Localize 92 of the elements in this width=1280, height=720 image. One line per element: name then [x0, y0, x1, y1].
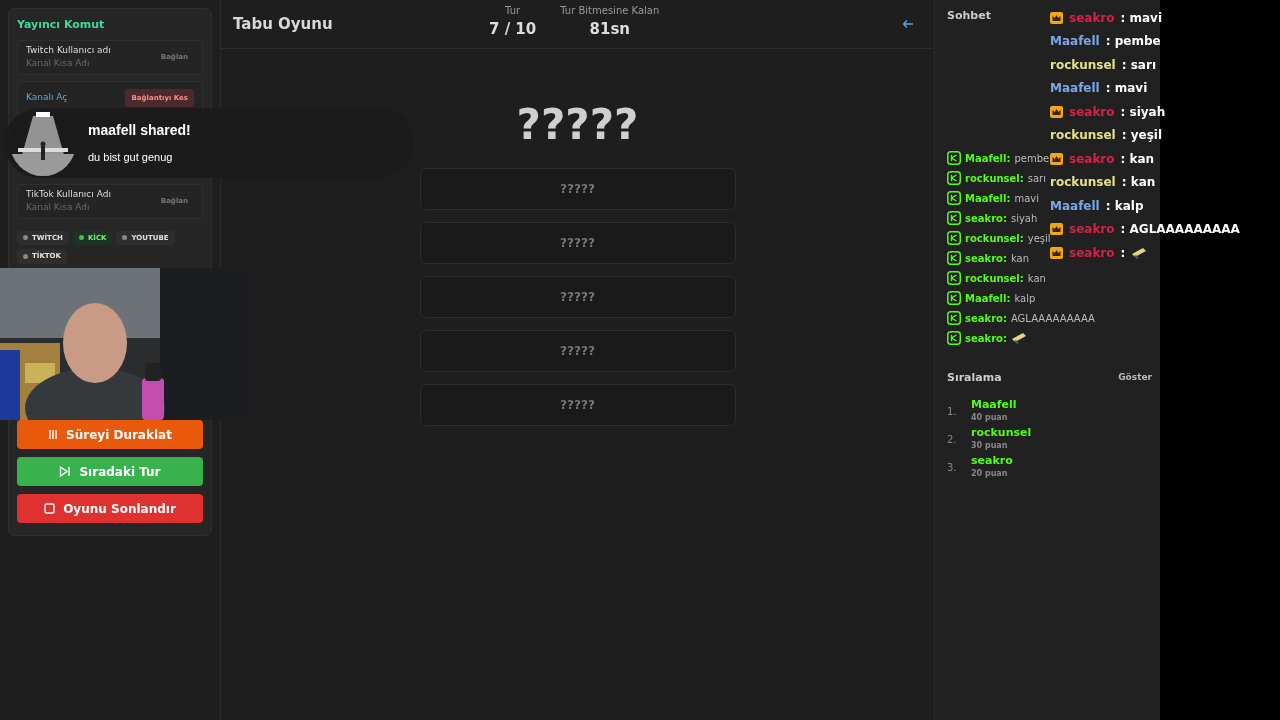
- game-title: Tabu Oyunu: [233, 13, 333, 35]
- player-name: rockunsel: [971, 426, 1032, 439]
- kick-icon: [947, 271, 961, 285]
- back-arrow-icon[interactable]: [902, 19, 914, 29]
- overlay-message: : sarı: [1121, 56, 1156, 74]
- pause-icon: [48, 429, 59, 440]
- kick-icon: [947, 151, 961, 165]
- player-points: 40 puan: [971, 412, 1009, 424]
- overlay-username: Maafell: [1050, 33, 1100, 51]
- kick-icon: [947, 251, 961, 265]
- crown-icon: [1050, 223, 1063, 236]
- chat-message: kan: [1010, 251, 1030, 266]
- chat-message: siyah: [1010, 211, 1038, 226]
- panel-title: Yayıncı Komut: [17, 17, 106, 33]
- channel-input[interactable]: Kanal Kısa Adı: [26, 57, 136, 71]
- overlay-message: : pembe: [1105, 33, 1161, 51]
- field-label: TikTok Kullanıcı Adı: [26, 187, 112, 201]
- player-name: seakro: [971, 454, 1013, 467]
- kick-icon: [947, 291, 961, 305]
- chat-message: sarı: [1027, 171, 1046, 186]
- chat-username: seakro:: [965, 251, 1007, 266]
- overlay-username: seakro: [1069, 221, 1115, 239]
- chat-username: Maafell:: [965, 191, 1011, 206]
- stat-value: 7 / 10: [489, 19, 537, 40]
- overlay-message: : mavi: [1105, 80, 1148, 98]
- kick-icon: [947, 231, 961, 245]
- stat-value: 81sn: [589, 19, 630, 40]
- stop-icon: [44, 503, 56, 514]
- pause-button[interactable]: Süreyi Duraklat: [17, 420, 203, 449]
- player-points: 20 puan: [971, 468, 1009, 480]
- channel-input[interactable]: Kanal Kısa Adı: [26, 201, 136, 215]
- chat-message: mavi: [1014, 191, 1039, 206]
- show-button[interactable]: Göster: [1118, 371, 1152, 385]
- forbidden-word-card: ?????: [419, 276, 736, 318]
- overlay-message: : AGLAAAAAAAAA: [1120, 221, 1240, 239]
- chat-username: seakro:: [965, 331, 1007, 346]
- overlay-username: Maafell: [1050, 197, 1100, 215]
- forbidden-word-card: ?????: [419, 168, 736, 210]
- rank-number: 2.: [947, 432, 958, 447]
- chat-message: kalp: [1014, 291, 1036, 306]
- stat-label: Tur: [505, 4, 521, 18]
- notification-text: du bist gut genug: [88, 150, 174, 166]
- stop-button[interactable]: Oyunu Sonlandır: [17, 494, 203, 523]
- secret-word: ?????: [516, 99, 639, 151]
- overlay-username: seakro: [1069, 150, 1115, 168]
- chat-username: seakro:: [965, 311, 1007, 326]
- chat-username: seakro:: [965, 211, 1007, 226]
- overlay-message: : kan: [1120, 150, 1155, 168]
- stat-label: Tur Bitmesine Kalan: [560, 4, 660, 18]
- chat-username: rockunsel:: [965, 171, 1024, 186]
- open-channel-link[interactable]: Kanalı Aç: [26, 91, 68, 105]
- chat-message: yeşil: [1027, 231, 1051, 246]
- emote-icon: [1010, 331, 1027, 345]
- overlay-message: : kalp: [1105, 197, 1144, 215]
- field-label: Twitch Kullanıcı adı: [26, 43, 112, 57]
- chat-username: Maafell:: [965, 291, 1011, 306]
- overlay-username: rockunsel: [1050, 174, 1116, 192]
- overlay-message: : siyah: [1120, 103, 1166, 121]
- emote-icon: [1131, 245, 1148, 260]
- chat-message: kan: [1027, 271, 1046, 286]
- chat-title: Sohbet: [947, 8, 991, 24]
- overlay-username: rockunsel: [1050, 56, 1116, 74]
- overlay-message: : mavi: [1120, 9, 1163, 27]
- overlay-username: seakro: [1069, 9, 1115, 27]
- chat-message: pembe: [1014, 151, 1050, 166]
- chat-username: Maafell:: [965, 151, 1011, 166]
- kick-icon: [947, 211, 961, 225]
- rank-number: 1.: [947, 404, 958, 419]
- kick-icon: [947, 191, 961, 205]
- overlay-message: : kan: [1121, 174, 1156, 192]
- overlay-message: : yeşil: [1121, 127, 1163, 145]
- forbidden-word-card: ?????: [419, 330, 736, 372]
- player-name: Maafell: [971, 398, 1017, 411]
- overlay-username: Maafell: [1050, 80, 1100, 98]
- forbidden-word-card: ?????: [419, 384, 736, 426]
- player-points: 30 puan: [971, 440, 1009, 452]
- chat-username: rockunsel:: [965, 231, 1024, 246]
- overlay-username: seakro: [1069, 103, 1115, 121]
- overlay-username: rockunsel: [1050, 127, 1116, 145]
- rank-number: 3.: [947, 460, 958, 475]
- kick-icon: [947, 331, 961, 345]
- forbidden-word-card: ?????: [419, 222, 736, 264]
- kick-icon: [947, 171, 961, 185]
- skip-forward-icon: [59, 466, 72, 477]
- kick-icon: [947, 311, 961, 325]
- next-button[interactable]: Sıradaki Tur: [17, 457, 203, 486]
- notification-title: maafell shared!: [88, 121, 191, 141]
- overlay-username: seakro: [1069, 244, 1115, 262]
- ranking-title: Sıralama: [947, 369, 1002, 386]
- overlay-message: :: [1120, 244, 1126, 262]
- chat-message: AGLAAAAAAAAA: [1010, 311, 1095, 326]
- chat-username: rockunsel:: [965, 271, 1024, 286]
